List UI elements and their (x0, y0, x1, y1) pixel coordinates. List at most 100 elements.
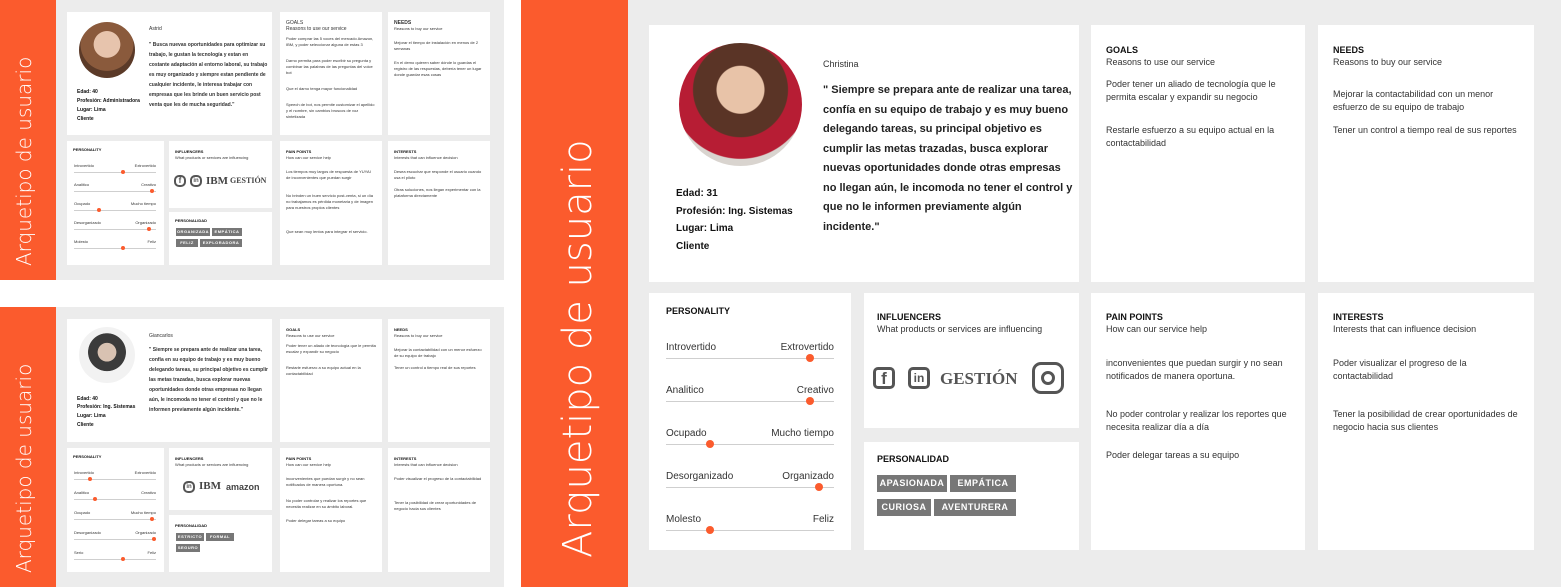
trait-right-label: Feliz (147, 239, 156, 244)
trait-slider-track (74, 248, 156, 249)
tag: FORMAL (206, 533, 234, 541)
trait-slider-handle (705, 526, 714, 534)
pain-title: PAIN POINTS (286, 456, 312, 461)
facebook-icon: f (873, 367, 895, 389)
persona-quote: " Siempre se prepara ante de realizar un… (149, 347, 268, 413)
trait-left-label: Introvertido (74, 470, 95, 475)
persona-panel-astrid: Astrid " Busca nuevas oportunidades para… (56, 0, 504, 280)
trait-left-label: Molesto (666, 514, 702, 525)
influencers-subtitle: What products or services are influencin… (175, 462, 249, 467)
amazon-logo: amazon (226, 482, 260, 492)
trait-slider-handle (96, 208, 101, 212)
personalidad-title: PERSONALIDAD (877, 454, 950, 464)
needs-card: NEEDS Reasons to buy our service Mejorar… (1318, 25, 1534, 282)
trait-right-label: Organizado (135, 530, 156, 535)
band-c: Arquetipo de usuario (521, 0, 628, 587)
interests-item: Poder visualizar el progreso de la conta… (1333, 358, 1467, 381)
band-title: Arquetipo de usuario (12, 363, 36, 573)
needs-card: NEEDS Reasons to buy our service Mejorar… (388, 12, 490, 135)
goals-item: Restarle esfuerzo a su equipo actual en … (286, 365, 361, 376)
ibm-logo: IBM (206, 175, 228, 187)
personalidad-title: PERSONALIDAD (175, 523, 208, 528)
pain-subtitle: How can our service help (286, 155, 331, 160)
tag: EXPLORADORA (200, 239, 242, 247)
gestion-logo: GESTIÓN (230, 176, 267, 185)
trait-slider-handle (121, 170, 126, 174)
trait-slider-track (666, 444, 834, 445)
band-b: Arquetipo de usuario (0, 307, 56, 587)
trait-slider-track (74, 559, 156, 560)
facebook-icon: f (174, 175, 186, 187)
profile-card: Giancarlos " Siempre se prepara ante de … (67, 319, 272, 442)
pain-title: PAIN POINTS (1106, 312, 1163, 322)
needs-item: Mejorar el tiempo de instalación en meno… (394, 40, 479, 51)
trait-slider-track (74, 519, 156, 520)
trait-right-label: Mucho tiempo (130, 201, 156, 206)
trait-left-label: Analitico (74, 490, 90, 495)
personalidad-card: PERSONALIDAD ORGANIZADA EMPÁTICA FELIZ E… (169, 212, 272, 265)
pain-item: Que sean muy lentos para integrar el ser… (286, 229, 368, 234)
tag: SEGURO (176, 544, 200, 552)
trait-slider-handle (88, 477, 93, 481)
personality-card: PERSONALITY Introvertido Extrovertido Anal… (649, 293, 851, 550)
persona-quote: " Siempre se prepara ante de realizar un… (823, 84, 1073, 233)
pain-item: No poder controlar y realizar los report… (286, 498, 367, 509)
goals-card: GOALS Reasons to use our service Poder c… (280, 12, 382, 135)
pain-subtitle: How can our service help (286, 462, 331, 467)
trait-right-label: Extrovertido (780, 342, 834, 353)
needs-item: Mejorar la contactabilidad con un menor … (1333, 89, 1494, 112)
fact-profession: Profesión: Administradora (77, 98, 140, 104)
pain-subtitle: How can our service help (1106, 324, 1208, 334)
needs-subtitle: Reasons to buy our service (1333, 57, 1443, 67)
trait-left-label: Desorganizado (74, 220, 101, 225)
avatar (679, 43, 802, 166)
persona-panel-christina: Christina " Siempre se prepara ante de r… (628, 0, 1561, 587)
needs-subtitle: Reasons to buy our service (394, 26, 443, 31)
trait-left-label: Analitico (74, 182, 90, 187)
trait-slider-track (74, 191, 156, 192)
needs-title: NEEDS (394, 327, 408, 332)
instagram-lens (1041, 371, 1055, 385)
trait-slider-handle (705, 440, 714, 448)
trait-left-label: Molesto (74, 239, 89, 244)
interests-item: Desea escuchar que responde el usuario c… (394, 169, 482, 180)
goals-item: Restarle esfuerzo a su equipo actual en … (1106, 125, 1275, 148)
band-a: Arquetipo de usuario (0, 0, 56, 280)
trait-slider-handle (92, 497, 97, 501)
interests-title: INTERESTS (1333, 312, 1384, 322)
pain-item: No poder controlar y realizar los report… (1106, 409, 1287, 432)
pain-title: PAIN POINTS (286, 149, 312, 154)
trait-slider-track (74, 229, 156, 230)
interests-item: Otras soluciones, nos llegan experimenta… (394, 187, 481, 198)
trait-right-label: Mucho tiempo (771, 428, 834, 439)
fact-age: Edad: 40 (77, 89, 98, 95)
interests-card: INTERESTS Interests that can influence d… (388, 141, 490, 265)
linkedin-icon: in (908, 367, 930, 389)
tag: EMPÁTICA (950, 475, 1016, 492)
trait-right-label: Creativo (796, 385, 834, 396)
goals-subtitle: Reasons to use our service (1106, 57, 1216, 67)
interests-card: INTERESTS Interests that can influence d… (388, 448, 490, 572)
goals-title: GOALS (286, 327, 301, 332)
trait-slider-handle (814, 483, 823, 491)
instagram-icon (1032, 362, 1064, 394)
fact-role: Cliente (77, 422, 94, 428)
trait-left-label: Desorganizado (74, 530, 101, 535)
influencers-subtitle: What products or services are influencin… (175, 155, 249, 160)
fact-age: Edad: 31 (676, 188, 718, 199)
personality-title: PERSONALITY (73, 454, 102, 459)
personality-card: PERSONALITY Introvertido Extrovertido Anal… (67, 141, 164, 265)
influencers-card: INFLUENCERS What products or services ar… (169, 448, 272, 510)
pain-item: inconvenientes que puedan surgir y no se… (286, 476, 365, 487)
trait-right-label: Feliz (812, 514, 834, 525)
goals-subtitle: Reasons to use our service (286, 26, 347, 32)
personality-card: PERSONALITY Introvertido Extrovertido Anal… (67, 448, 164, 572)
influencers-card: INFLUENCERS What products or services ar… (169, 141, 272, 208)
pain-points-card: PAIN POINTS How can our service help inc… (280, 448, 382, 572)
influencers-subtitle: What products or services are influencin… (877, 324, 1043, 334)
fact-profession: Profesión: Ing. Sistemas (77, 404, 136, 410)
persona-name: Giancarlos (149, 333, 173, 339)
pain-item: Poder delegar tareas a su equipo (1106, 450, 1240, 460)
trait-left-label: Desorganizado (666, 471, 734, 482)
interests-title: INTERESTS (394, 149, 417, 154)
